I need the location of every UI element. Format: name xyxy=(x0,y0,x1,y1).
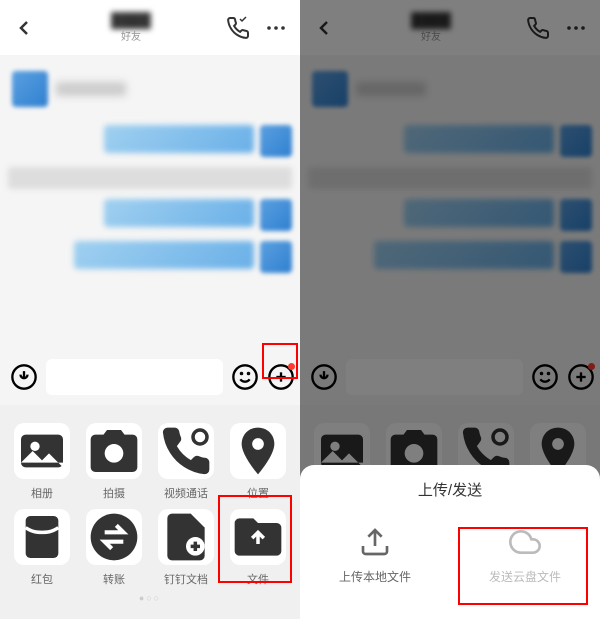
emoji-icon[interactable] xyxy=(231,363,259,391)
voice-icon[interactable] xyxy=(10,363,38,391)
message-row xyxy=(8,199,292,231)
avatar xyxy=(260,125,292,157)
action-doc[interactable]: 钉钉文档 xyxy=(154,509,218,587)
chat-subtitle: 好友 xyxy=(36,28,226,43)
more-icon[interactable] xyxy=(264,16,288,40)
action-label: 转账 xyxy=(103,571,125,587)
file-icon xyxy=(230,509,286,565)
header-title-area: ████ 好友 xyxy=(36,12,226,43)
action-label: 拍摄 xyxy=(103,485,125,501)
camera-icon xyxy=(86,423,142,479)
transfer-icon xyxy=(86,509,142,565)
back-icon[interactable] xyxy=(12,16,36,40)
sheet-title: 上传/发送 xyxy=(300,479,600,516)
call-icon[interactable] xyxy=(226,16,250,40)
page-dots: ●○○ xyxy=(10,587,290,609)
action-video-call[interactable]: 视频通话 xyxy=(154,423,218,501)
send-cloud-label: 发送云盘文件 xyxy=(489,568,561,585)
location-icon xyxy=(230,423,286,479)
message-input[interactable] xyxy=(46,359,223,395)
action-file[interactable]: 文件 xyxy=(226,509,290,587)
action-label: 视频通话 xyxy=(164,485,208,501)
upload-local-option[interactable]: 上传本地文件 xyxy=(300,516,450,595)
action-transfer[interactable]: 转账 xyxy=(82,509,146,587)
upload-icon xyxy=(359,526,391,558)
doc-icon xyxy=(158,509,214,565)
message-row xyxy=(8,125,292,157)
red-packet-icon xyxy=(14,509,70,565)
action-red-packet[interactable]: 红包 xyxy=(10,509,74,587)
upload-sheet: 上传/发送 上传本地文件 发送云盘文件 xyxy=(300,465,600,619)
action-label: 位置 xyxy=(247,485,269,501)
notification-dot xyxy=(288,363,295,370)
avatar xyxy=(260,241,292,273)
cloud-icon xyxy=(509,526,541,558)
video-call-icon xyxy=(158,423,214,479)
action-camera[interactable]: 拍摄 xyxy=(82,423,146,501)
avatar xyxy=(260,199,292,231)
message-bubble xyxy=(74,241,254,269)
message-row xyxy=(8,241,292,273)
action-location[interactable]: 位置 xyxy=(226,423,290,501)
chat-title: ████ xyxy=(36,12,226,28)
chat-messages[interactable] xyxy=(0,55,300,349)
action-label: 相册 xyxy=(31,485,53,501)
chat-header: ████ 好友 xyxy=(0,0,300,55)
avatar xyxy=(12,71,48,107)
action-photo[interactable]: 相册 xyxy=(10,423,74,501)
contact-card xyxy=(8,63,292,115)
input-bar xyxy=(0,349,300,405)
message-bubble xyxy=(104,125,254,153)
message-bubble xyxy=(104,199,254,227)
send-cloud-option[interactable]: 发送云盘文件 xyxy=(450,516,600,595)
contact-name xyxy=(56,82,126,96)
upload-local-label: 上传本地文件 xyxy=(339,568,411,585)
system-message xyxy=(8,167,292,189)
actions-panel: 相册 拍摄 视频通话 位置红包 转账 钉钉文档 文件 ●○○ xyxy=(0,405,300,619)
photo-icon xyxy=(14,423,70,479)
plus-button[interactable] xyxy=(267,363,295,391)
action-label: 文件 xyxy=(247,571,269,587)
left-screen: ████ 好友 xyxy=(0,0,300,619)
action-label: 红包 xyxy=(31,571,53,587)
right-screen: ████ 好友 相册拍摄视频通话位置红包转账钉钉文档文件 ●○○ 上传/发送 xyxy=(300,0,600,619)
action-label: 钉钉文档 xyxy=(164,571,208,587)
